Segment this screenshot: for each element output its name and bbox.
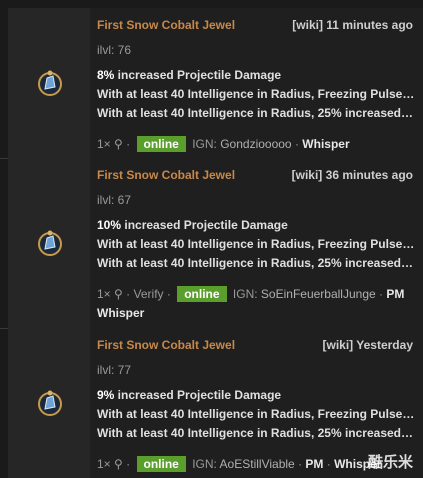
listing-details: First Snow Cobalt Jewel [wiki] 11 minute… (90, 8, 423, 158)
mod-intelligence-radius: With at least 40 Intelligence in Radius,… (97, 426, 415, 440)
mod-value: 8% (97, 68, 115, 82)
mod-freezing-pulse: With at least 40 Intelligence in Radius,… (97, 237, 415, 251)
listing: First Snow Cobalt Jewel [wiki] 36 minute… (0, 158, 423, 329)
jewel-icon[interactable] (37, 68, 63, 98)
quantity: 1× (97, 137, 111, 151)
online-badge: online (136, 456, 186, 472)
separator: · (379, 287, 384, 301)
listing-details: First Snow Cobalt Jewel [wiki] 36 minute… (90, 158, 423, 328)
jewel-icon[interactable] (37, 228, 63, 258)
item-level: ilvl: 76 (97, 43, 132, 57)
wiki-link[interactable]: [wiki] (292, 168, 323, 182)
mod-projectile-damage: 8% increased Projectile Damage (97, 68, 415, 82)
jewel-icon[interactable] (37, 388, 63, 418)
separator: · (326, 457, 331, 471)
seller-row: 1× ⚲ · online IGN: Gondziooooo · Whisper (97, 136, 415, 152)
item-name[interactable]: First Snow Cobalt Jewel (97, 338, 235, 352)
mod-freezing-pulse: With at least 40 Intelligence in Radius,… (97, 407, 415, 421)
wiki-link[interactable]: [wiki] (322, 338, 353, 352)
separator: · (294, 137, 299, 151)
separator: · (166, 287, 171, 301)
ign-label: IGN: (232, 287, 258, 301)
wiki-link[interactable]: [wiki] (292, 18, 323, 32)
ign-name: Gondziooooo (220, 137, 292, 151)
item-icon-cell (8, 8, 92, 158)
seller-row: 1× ⚲ · Verify · online IGN: SoEinFeuerba… (97, 286, 415, 302)
verify-label[interactable]: Verify (134, 287, 164, 301)
ign-label: IGN: (192, 457, 217, 471)
online-badge: online (177, 286, 227, 302)
listing: First Snow Cobalt Jewel [wiki] Yesterday… (0, 328, 423, 478)
mod-freezing-pulse: With at least 40 Intelligence in Radius,… (97, 87, 415, 101)
separator: · (126, 287, 131, 301)
ign-name: AoEStillViable (219, 457, 295, 471)
currency-icon: ⚲ (114, 137, 123, 151)
item-level: ilvl: 77 (97, 363, 132, 377)
item-icon-cell (8, 158, 92, 328)
mod-projectile-damage: 9% increased Projectile Damage (97, 388, 415, 402)
listed-time: 36 minutes ago (325, 168, 413, 182)
quantity: 1× (97, 457, 111, 471)
item-icon-cell (8, 328, 92, 478)
quantity: 1× (97, 287, 111, 301)
mod-text: increased Projectile Damage (121, 218, 288, 232)
pm-button[interactable]: PM (386, 287, 404, 301)
pm-button[interactable]: PM (305, 457, 323, 471)
mod-projectile-damage: 10% increased Projectile Damage (97, 218, 415, 232)
item-name[interactable]: First Snow Cobalt Jewel (97, 168, 235, 182)
item-name[interactable]: First Snow Cobalt Jewel (97, 18, 235, 32)
currency-icon: ⚲ (114, 457, 123, 471)
mod-intelligence-radius: With at least 40 Intelligence in Radius,… (97, 256, 415, 270)
mod-text: increased Projectile Damage (114, 388, 282, 402)
whisper-button[interactable]: Whisper (302, 137, 349, 151)
listed-time: Yesterday (356, 338, 413, 352)
separator: · (126, 137, 131, 151)
watermark: 酷乐米 (367, 454, 413, 471)
separator: · (126, 457, 131, 471)
item-level: ilvl: 67 (97, 193, 132, 207)
currency-icon: ⚲ (114, 287, 123, 301)
ign-name: SoEinFeuerballJunge (260, 287, 376, 301)
ign-label: IGN: (192, 137, 217, 151)
online-badge: online (136, 136, 186, 152)
whisper-button[interactable]: Whisper (97, 306, 144, 320)
mod-intelligence-radius: With at least 40 Intelligence in Radius,… (97, 106, 415, 120)
listed-time: 11 minutes ago (326, 18, 413, 32)
mod-value: 9% (97, 388, 115, 402)
separator: · (298, 457, 303, 471)
mod-text: increased Projectile Damage (114, 68, 282, 82)
listing: First Snow Cobalt Jewel [wiki] 11 minute… (0, 8, 423, 159)
mod-value: 10% (97, 218, 122, 232)
